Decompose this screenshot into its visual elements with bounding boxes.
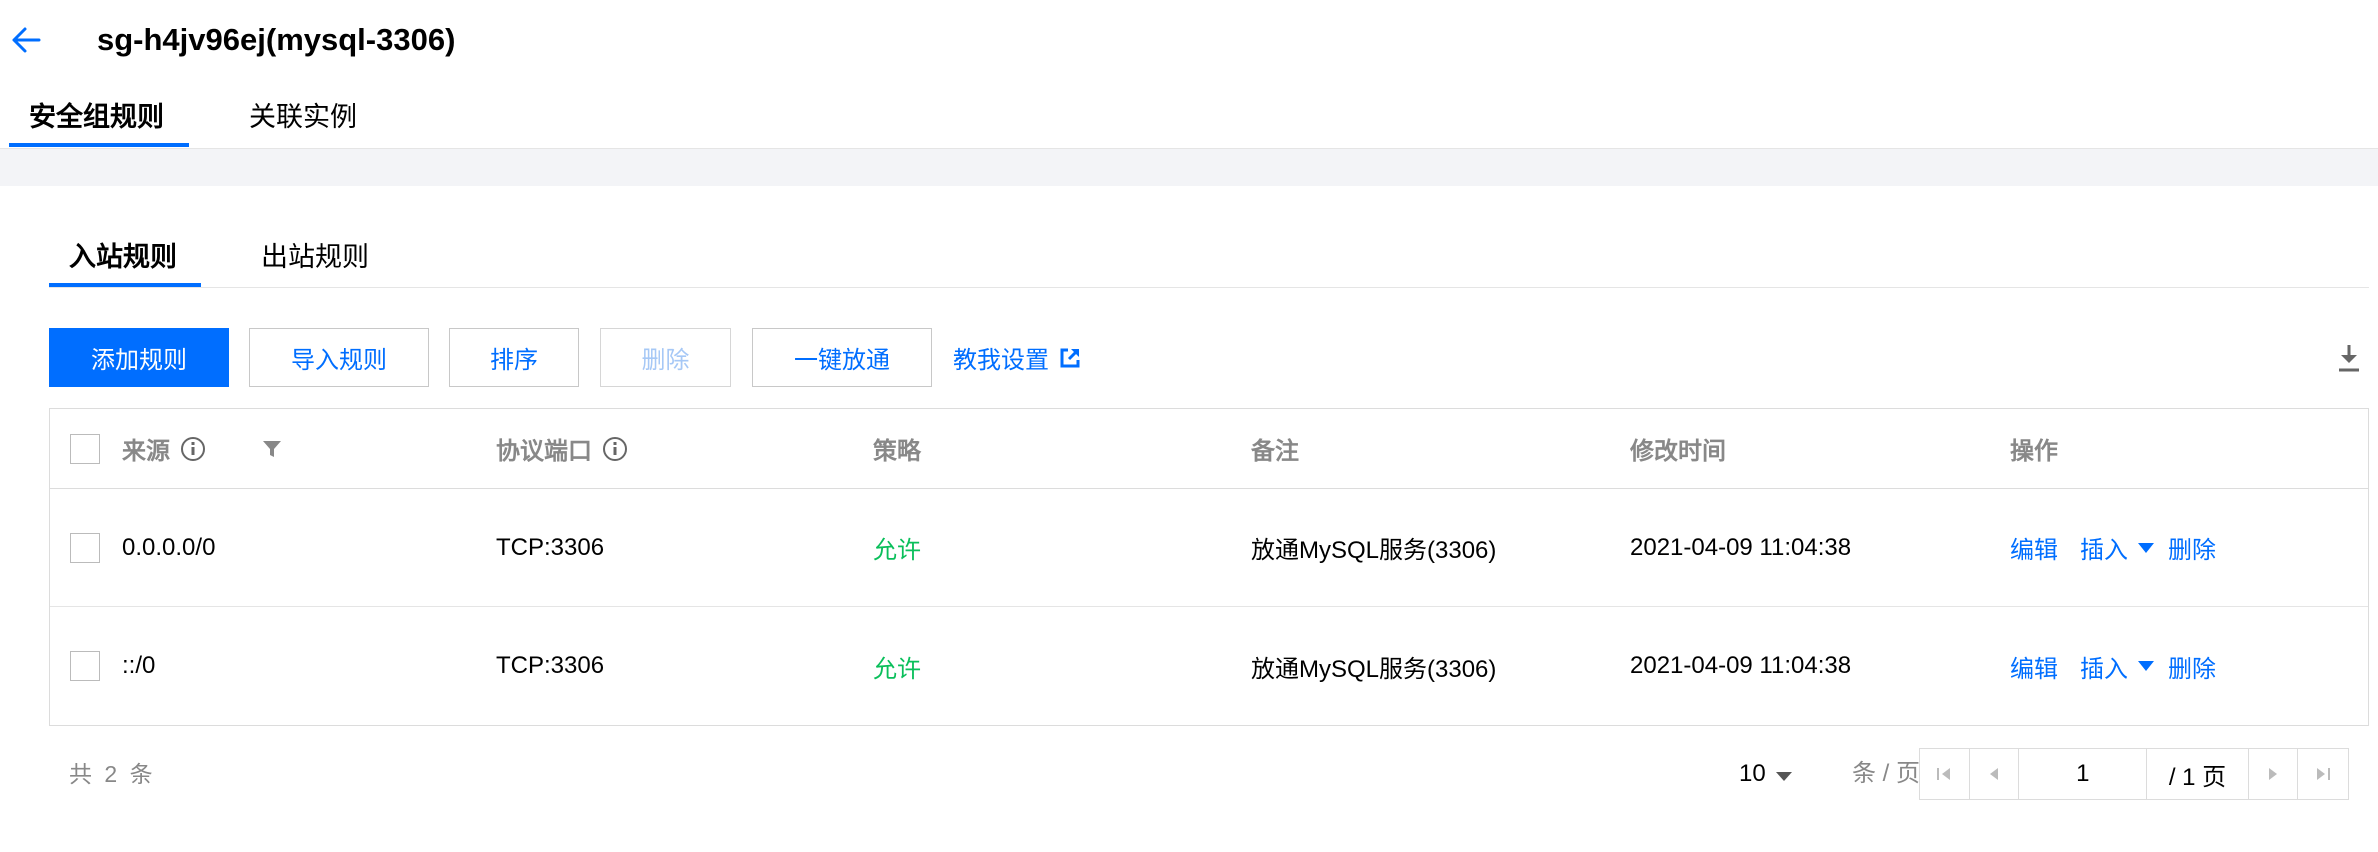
cell-actions: 编辑 插入 删除 bbox=[2010, 489, 2216, 606]
edit-link[interactable]: 编辑 bbox=[2010, 649, 2058, 684]
cell-modified-time: 2021-04-09 11:04:38 bbox=[1630, 652, 1852, 679]
row-checkbox[interactable] bbox=[70, 532, 100, 563]
back-button[interactable] bbox=[6, 20, 46, 60]
pagination-bar: 共 2 条 10 条 / 页 / 1 页 bbox=[49, 748, 2369, 800]
active-subtab-indicator bbox=[49, 283, 201, 287]
caret-down-icon bbox=[2138, 661, 2154, 671]
insert-dropdown[interactable]: 插入 bbox=[2080, 649, 2154, 684]
import-rules-button[interactable]: 导入规则 bbox=[249, 328, 429, 387]
table-row: ::/0 TCP:3306 允许 放通MySQL服务(3306) 2021-04… bbox=[50, 607, 2368, 725]
column-remark: 备注 bbox=[1251, 438, 1299, 465]
cell-source: ::/0 bbox=[122, 652, 156, 679]
help-link-label: 教我设置 bbox=[953, 347, 1049, 374]
per-page-label: 条 / 页 bbox=[1852, 760, 1921, 787]
content-background bbox=[0, 148, 2378, 186]
prev-page-button[interactable] bbox=[1970, 749, 2020, 799]
info-icon[interactable] bbox=[602, 436, 628, 462]
insert-dropdown[interactable]: 插入 bbox=[2080, 530, 2154, 565]
rules-toolbar: 添加规则 导入规则 排序 删除 一键放通 教我设置 bbox=[49, 328, 2369, 388]
cell-protocol-port: TCP:3306 bbox=[496, 652, 605, 679]
last-page-icon bbox=[2317, 768, 2331, 780]
tab-associated-instances[interactable]: 关联实例 bbox=[249, 94, 357, 140]
filter-icon[interactable] bbox=[260, 437, 284, 461]
active-tab-indicator bbox=[9, 143, 189, 147]
insert-label: 插入 bbox=[2080, 655, 2128, 683]
table-header: 来源 协议端口 策略 备注 修改时间 操作 bbox=[50, 409, 2368, 489]
help-link[interactable]: 教我设置 bbox=[953, 328, 1081, 387]
cell-remark: 放通MySQL服务(3306) bbox=[1251, 537, 1497, 564]
last-page-button[interactable] bbox=[2298, 749, 2348, 799]
column-modified-time: 修改时间 bbox=[1630, 438, 1726, 465]
column-source-label: 来源 bbox=[122, 438, 170, 465]
download-button[interactable] bbox=[2329, 338, 2369, 378]
cell-actions: 编辑 插入 删除 bbox=[2010, 607, 2216, 725]
total-count: 共 2 条 bbox=[69, 761, 156, 787]
table-row: 0.0.0.0/0 TCP:3306 允许 放通MySQL服务(3306) 20… bbox=[50, 489, 2368, 607]
row-checkbox[interactable] bbox=[70, 651, 100, 681]
allow-all-button[interactable]: 一键放通 bbox=[752, 328, 932, 387]
page-size-value: 10 bbox=[1739, 760, 1766, 787]
external-link-icon bbox=[1059, 347, 1081, 369]
cell-modified-time: 2021-04-09 11:04:38 bbox=[1630, 533, 1852, 561]
cell-remark: 放通MySQL服务(3306) bbox=[1251, 655, 1497, 683]
cell-policy: 允许 bbox=[873, 537, 921, 564]
rules-table: 来源 协议端口 策略 备注 修改时间 操作 0.0.0.0/0 TCP:3306… bbox=[49, 408, 2369, 726]
rule-direction-tabs: 入站规则 出站规则 bbox=[49, 232, 2369, 288]
info-icon[interactable] bbox=[180, 436, 206, 462]
column-protocol-port-label: 协议端口 bbox=[496, 438, 592, 465]
column-source: 来源 bbox=[122, 409, 206, 488]
total-pages: / 1 页 bbox=[2147, 749, 2249, 799]
cell-source: 0.0.0.0/0 bbox=[122, 533, 216, 561]
column-policy: 策略 bbox=[873, 438, 921, 465]
add-rule-button[interactable]: 添加规则 bbox=[49, 328, 229, 387]
download-icon bbox=[2339, 345, 2359, 372]
rules-card: 入站规则 出站规则 添加规则 导入规则 排序 删除 一键放通 教我设置 来源 协… bbox=[9, 186, 2378, 852]
delete-button[interactable]: 删除 bbox=[600, 328, 731, 387]
chevron-right-icon bbox=[2269, 768, 2277, 780]
security-group-page: sg-h4jv96ej(mysql-3306) 安全组规则 关联实例 入站规则 … bbox=[0, 0, 2378, 852]
delete-link[interactable]: 删除 bbox=[2168, 649, 2216, 684]
page-title: sg-h4jv96ej(mysql-3306) bbox=[97, 22, 456, 57]
insert-label: 插入 bbox=[2080, 537, 2128, 564]
tab-security-group-rules[interactable]: 安全组规则 bbox=[29, 94, 164, 140]
tab-inbound-rules[interactable]: 入站规则 bbox=[69, 232, 177, 282]
cell-policy: 允许 bbox=[873, 655, 921, 683]
chevron-left-icon bbox=[1990, 768, 1998, 780]
select-all-checkbox[interactable] bbox=[70, 433, 100, 464]
first-page-button[interactable] bbox=[1920, 749, 1970, 799]
column-actions: 操作 bbox=[2010, 438, 2058, 465]
cell-protocol-port: TCP:3306 bbox=[496, 533, 605, 561]
delete-link[interactable]: 删除 bbox=[2168, 530, 2216, 565]
page-size-select[interactable]: 10 bbox=[1739, 748, 1792, 800]
column-protocol-port: 协议端口 bbox=[496, 409, 628, 488]
first-page-icon bbox=[1937, 768, 1951, 780]
pager: / 1 页 bbox=[1919, 748, 2349, 800]
next-page-button[interactable] bbox=[2249, 749, 2299, 799]
caret-down-icon bbox=[2138, 542, 2154, 553]
edit-link[interactable]: 编辑 bbox=[2010, 530, 2058, 565]
page-header: sg-h4jv96ej(mysql-3306) 安全组规则 关联实例 bbox=[0, 0, 2378, 148]
arrow-left-icon bbox=[12, 27, 41, 53]
sort-button[interactable]: 排序 bbox=[449, 328, 579, 387]
caret-down-icon bbox=[1775, 771, 1792, 781]
page-number-input[interactable] bbox=[2019, 749, 2148, 799]
tab-outbound-rules[interactable]: 出站规则 bbox=[261, 232, 369, 282]
